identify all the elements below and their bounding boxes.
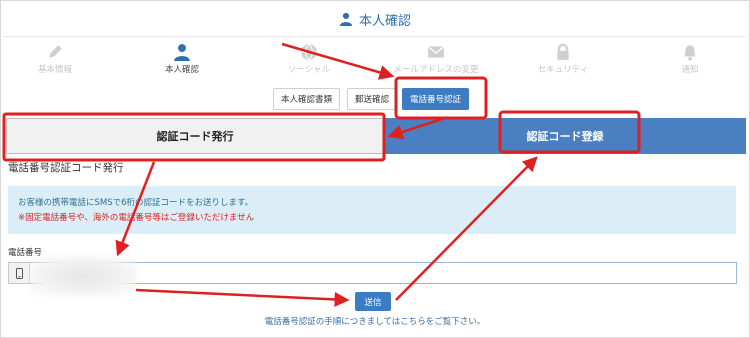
page-header: 本人確認 bbox=[0, 0, 750, 38]
nav-item-label: 本人確認 bbox=[164, 65, 199, 75]
nav-item-label: ソーシャル bbox=[287, 65, 331, 75]
nav-item-email-change[interactable]: メールアドレスの変更 bbox=[381, 40, 491, 80]
tab-register-code[interactable]: 認証コード登録 bbox=[384, 118, 746, 154]
nav-item-label: メールアドレスの変更 bbox=[393, 65, 479, 75]
nav-item-label: 基本情報 bbox=[37, 65, 72, 75]
nav-item-basic-info[interactable]: 基本情報 bbox=[0, 40, 110, 80]
tab-issue-code[interactable]: 認証コード発行 bbox=[6, 118, 384, 154]
phone-number-input[interactable] bbox=[30, 262, 737, 284]
globe-icon bbox=[301, 43, 317, 61]
info-alert: お客様の携帯電話にSMSで6桁の認証コードをお送りします。 ※固定電話番号や、海… bbox=[8, 186, 736, 234]
user-icon bbox=[174, 44, 190, 61]
lock-icon bbox=[557, 43, 569, 60]
code-tab-bar: 認証コード発行 認証コード登録 bbox=[6, 118, 746, 154]
info-text: お客様の携帯電話にSMSで6桁の認証コードをお送りします。 bbox=[18, 198, 254, 208]
bell-icon bbox=[684, 45, 696, 61]
redacted-phone-number bbox=[30, 256, 136, 296]
page-title: 本人確認 bbox=[358, 13, 411, 29]
nav-item-label: セキュリティ bbox=[537, 65, 589, 75]
warning-text: ※固定電話番号や、海外の電話番号等はご登録いただけません bbox=[18, 213, 255, 223]
nav-item-security[interactable]: セキュリティ bbox=[508, 40, 618, 80]
nav-item-social[interactable]: ソーシャル bbox=[254, 40, 364, 80]
send-button[interactable]: 送信 bbox=[355, 292, 391, 311]
help-link[interactable]: 電話番号認証の手順につきましてはこちらをご覧下さい。 bbox=[0, 315, 750, 327]
subtab-bar: 本人確認書類 郵送確認 電話番号認証 bbox=[0, 88, 750, 110]
tab-phone-verification[interactable]: 電話番号認証 bbox=[402, 88, 470, 110]
nav-item-identity[interactable]: 本人確認 bbox=[127, 40, 237, 80]
settings-nav: 基本情報 本人確認 ソーシャル メールアドレスの変更 セキュリティ 通知 bbox=[0, 40, 750, 80]
nav-item-label: 通知 bbox=[681, 65, 699, 75]
mobile-icon bbox=[8, 262, 30, 284]
section-title: 電話番号認証コード発行 bbox=[8, 162, 124, 174]
envelope-icon bbox=[427, 45, 445, 58]
tab-identity-documents[interactable]: 本人確認書類 bbox=[273, 88, 341, 110]
pencil-icon bbox=[49, 45, 62, 58]
tab-postal-verification[interactable]: 郵送確認 bbox=[347, 88, 398, 110]
nav-item-notification[interactable]: 通知 bbox=[635, 40, 745, 80]
divider bbox=[4, 36, 746, 37]
user-icon bbox=[339, 12, 353, 26]
